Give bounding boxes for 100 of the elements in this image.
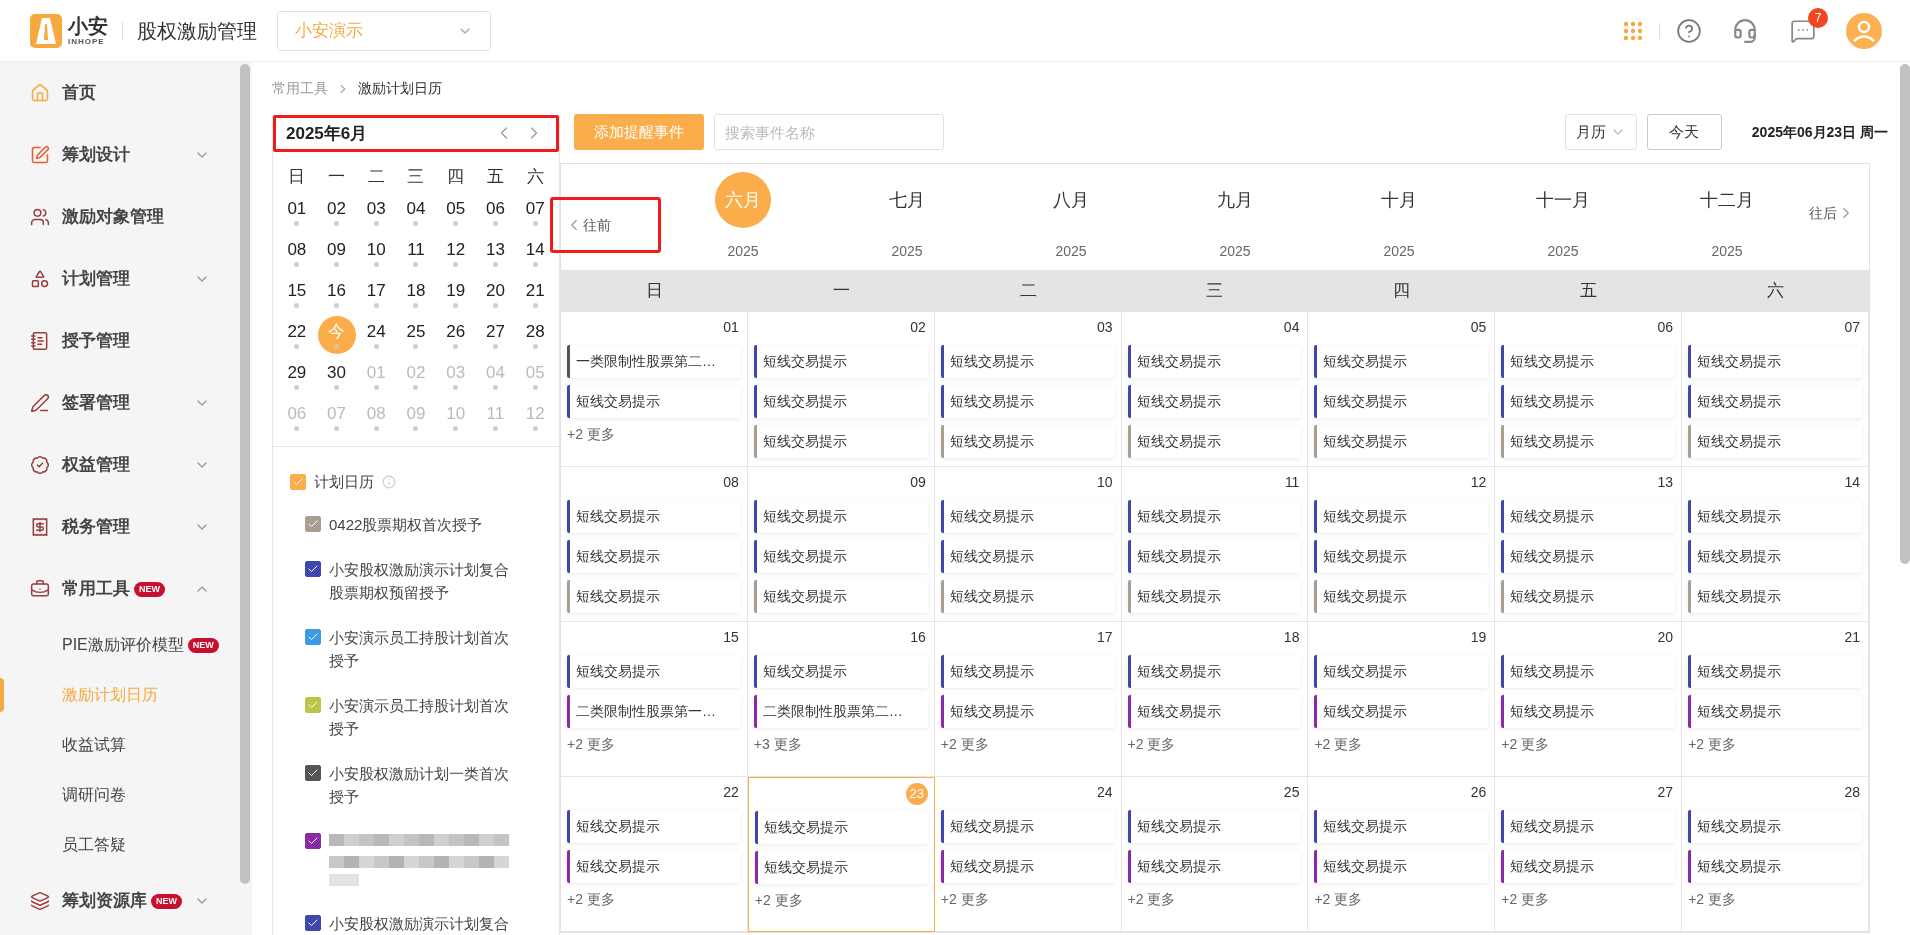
- event-chip[interactable]: 短线交易提示: [1127, 425, 1302, 458]
- help-icon[interactable]: [1676, 17, 1702, 44]
- event-chip[interactable]: 短线交易提示: [1688, 540, 1862, 573]
- calendar-day[interactable]: 14: [516, 234, 555, 272]
- more-link[interactable]: +2 更多: [567, 424, 615, 445]
- calendar-day[interactable]: 29: [277, 357, 316, 395]
- calendar-day[interactable]: 24: [357, 316, 396, 354]
- event-chip[interactable]: 短线交易提示: [940, 655, 1115, 688]
- calendar-day[interactable]: 22: [277, 316, 316, 354]
- month-tab[interactable]: 七月: [879, 172, 935, 228]
- event-chip[interactable]: 短线交易提示: [1127, 345, 1302, 378]
- event-chip[interactable]: 二类限制性股票第二…: [753, 695, 928, 728]
- calendar-cell[interactable]: 17 短线交易提示 短线交易提示 +2 更多: [934, 622, 1122, 777]
- month-tab[interactable]: 九月: [1207, 172, 1263, 228]
- sidebar-item[interactable]: 筹划设计: [0, 124, 240, 186]
- calendar-cell[interactable]: 13 短线交易提示 短线交易提示 短线交易提示: [1495, 467, 1683, 622]
- event-chip[interactable]: 短线交易提示: [567, 500, 741, 533]
- calendar-cell[interactable]: 09 短线交易提示 短线交易提示 短线交易提示: [747, 467, 935, 622]
- more-link[interactable]: +2 更多: [1314, 889, 1363, 910]
- event-chip[interactable]: 短线交易提示: [1314, 540, 1489, 573]
- scrollbar[interactable]: [240, 64, 250, 884]
- event-chip[interactable]: 短线交易提示: [753, 500, 928, 533]
- event-chip[interactable]: 短线交易提示: [940, 425, 1115, 458]
- checkbox[interactable]: [305, 561, 321, 577]
- event-chip[interactable]: 短线交易提示: [1501, 655, 1676, 688]
- sidebar-item[interactable]: 首页: [0, 62, 240, 124]
- calendar-cell[interactable]: 05 短线交易提示 短线交易提示 短线交易提示: [1308, 312, 1496, 467]
- event-chip[interactable]: 短线交易提示: [754, 851, 928, 884]
- more-link[interactable]: +2 更多: [1127, 734, 1176, 755]
- calendar-cell[interactable]: 24 短线交易提示 短线交易提示 +2 更多: [934, 777, 1122, 932]
- calendar-cell[interactable]: 04 短线交易提示 短线交易提示 短线交易提示: [1121, 312, 1309, 467]
- calendar-day[interactable]: 05: [436, 193, 475, 231]
- calendar-day[interactable]: 07: [516, 193, 555, 231]
- event-chip[interactable]: 短线交易提示: [753, 425, 928, 458]
- checkbox[interactable]: [305, 697, 321, 713]
- event-chip[interactable]: 短线交易提示: [1127, 540, 1302, 573]
- sidebar-item[interactable]: 税务管理: [0, 496, 240, 558]
- previous-button[interactable]: 往前: [565, 214, 611, 236]
- event-chip[interactable]: 一类限制性股票第二…: [567, 345, 741, 378]
- event-chip[interactable]: 短线交易提示: [753, 655, 928, 688]
- calendar-cell[interactable]: 16 短线交易提示 二类限制性股票第二… +3 更多: [747, 622, 935, 777]
- calendar-day[interactable]: 13: [476, 234, 515, 272]
- calendar-day[interactable]: 12: [436, 234, 475, 272]
- event-chip[interactable]: 短线交易提示: [753, 580, 928, 613]
- apps-icon[interactable]: [1623, 20, 1643, 41]
- event-chip[interactable]: 短线交易提示: [1127, 850, 1302, 883]
- sidebar-item[interactable]: 权益管理: [0, 434, 240, 496]
- event-chip[interactable]: 短线交易提示: [1688, 580, 1862, 613]
- event-chip[interactable]: 短线交易提示: [567, 540, 741, 573]
- today-button[interactable]: 今天: [1646, 114, 1722, 150]
- checkbox[interactable]: [305, 629, 321, 645]
- calendar-day[interactable]: 21: [516, 275, 555, 313]
- event-chip[interactable]: 短线交易提示: [1501, 540, 1676, 573]
- headset-icon[interactable]: [1732, 17, 1758, 44]
- more-link[interactable]: +2 更多: [1314, 734, 1363, 755]
- sidebar-subitem[interactable]: PIE激励评价模型 NEW: [0, 620, 240, 670]
- event-chip[interactable]: 短线交易提示: [1501, 345, 1676, 378]
- event-chip[interactable]: 短线交易提示: [940, 345, 1115, 378]
- calendar-day[interactable]: 09: [317, 234, 356, 272]
- calendar-cell[interactable]: 25 短线交易提示 短线交易提示 +2 更多: [1121, 777, 1309, 932]
- event-chip[interactable]: 短线交易提示: [754, 811, 928, 844]
- event-chip[interactable]: 短线交易提示: [1501, 850, 1676, 883]
- event-chip[interactable]: 短线交易提示: [1314, 385, 1489, 418]
- calendar-day[interactable]: 04: [397, 193, 435, 231]
- event-chip[interactable]: 短线交易提示: [1501, 810, 1676, 843]
- more-link[interactable]: +2 更多: [754, 890, 803, 911]
- checkbox[interactable]: [305, 915, 321, 931]
- avatar-icon[interactable]: [1846, 12, 1882, 49]
- calendar-day[interactable]: 20: [476, 275, 515, 313]
- event-chip[interactable]: 短线交易提示: [940, 695, 1115, 728]
- calendar-day[interactable]: 02: [317, 193, 356, 231]
- event-chip[interactable]: 短线交易提示: [940, 385, 1115, 418]
- event-chip[interactable]: 短线交易提示: [1688, 345, 1862, 378]
- calendar-cell[interactable]: 07 短线交易提示 短线交易提示 短线交易提示: [1682, 312, 1869, 467]
- sidebar-item[interactable]: 计划管理: [0, 248, 240, 310]
- event-chip[interactable]: 短线交易提示: [1314, 850, 1489, 883]
- search-field[interactable]: 搜索事件名称: [714, 114, 944, 150]
- calendar-cell[interactable]: 03 短线交易提示 短线交易提示 短线交易提示: [934, 312, 1122, 467]
- event-chip[interactable]: 短线交易提示: [753, 540, 928, 573]
- calendar-day[interactable]: 16: [317, 275, 356, 313]
- event-chip[interactable]: 短线交易提示: [1314, 810, 1489, 843]
- event-chip[interactable]: 短线交易提示: [1688, 695, 1862, 728]
- calendar-cell[interactable]: 15 短线交易提示 二类限制性股票第一… +2 更多: [561, 622, 748, 777]
- event-chip[interactable]: 二类限制性股票第一…: [567, 695, 741, 728]
- event-chip[interactable]: 短线交易提示: [1501, 580, 1676, 613]
- event-chip[interactable]: 短线交易提示: [1688, 655, 1862, 688]
- sidebar-item[interactable]: 签署管理: [0, 372, 240, 434]
- sidebar-item[interactable]: 激励对象管理: [0, 186, 240, 248]
- event-chip[interactable]: 短线交易提示: [1501, 500, 1676, 533]
- more-link[interactable]: +2 更多: [1501, 734, 1550, 755]
- event-chip[interactable]: 短线交易提示: [567, 385, 741, 418]
- more-link[interactable]: +3 更多: [753, 734, 802, 755]
- event-chip[interactable]: 短线交易提示: [1501, 385, 1676, 418]
- event-chip[interactable]: 短线交易提示: [753, 345, 928, 378]
- calendar-day[interactable]: 19: [436, 275, 475, 313]
- calendar-day[interactable]: 18: [397, 275, 435, 313]
- event-chip[interactable]: 短线交易提示: [1501, 425, 1676, 458]
- event-chip[interactable]: 短线交易提示: [1314, 580, 1489, 613]
- event-chip[interactable]: 短线交易提示: [1314, 500, 1489, 533]
- calendar-cell[interactable]: 21 短线交易提示 短线交易提示 +2 更多: [1682, 622, 1869, 777]
